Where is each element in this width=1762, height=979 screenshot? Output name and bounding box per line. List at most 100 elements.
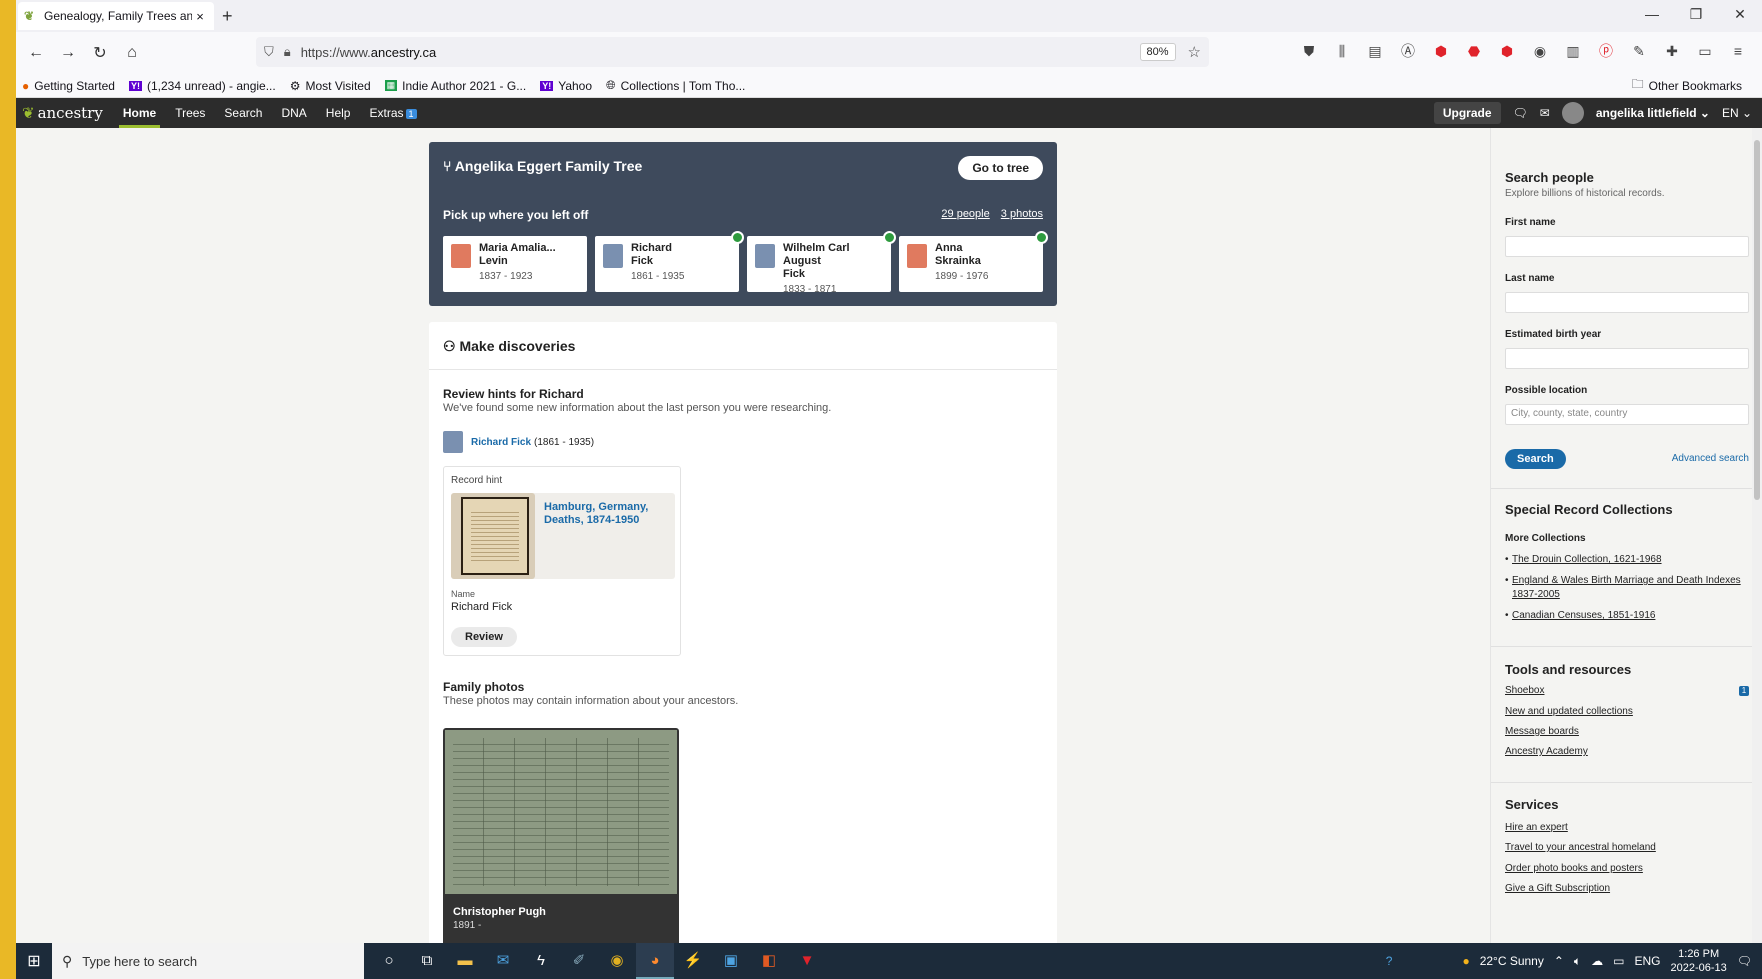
help-icon[interactable]: ? bbox=[1386, 954, 1393, 968]
bookmark-collections[interactable]: 🌐︎ Collections | Tom Tho... bbox=[606, 78, 745, 93]
reader-view-icon[interactable]: ▤ bbox=[1365, 41, 1385, 61]
mail-icon[interactable]: ✉ bbox=[484, 943, 522, 979]
language-menu[interactable]: EN ⌄ bbox=[1722, 106, 1752, 120]
office-icon[interactable]: ◧ bbox=[750, 943, 788, 979]
person-card[interactable]: Wilhelm Carl August Fick 1833 - 1871 bbox=[747, 231, 896, 295]
shield-icon[interactable]: ⛉ bbox=[264, 44, 274, 60]
nav-extras[interactable]: Extras 1 bbox=[369, 98, 417, 128]
new-tab-button[interactable]: + bbox=[222, 6, 233, 27]
go-to-tree-button[interactable]: Go to tree bbox=[958, 156, 1043, 180]
library-icon[interactable]: ⫼ bbox=[1332, 41, 1352, 61]
reload-icon[interactable]: ↻ bbox=[84, 43, 116, 63]
file-explorer-icon[interactable]: ▬ bbox=[446, 943, 484, 979]
cloud-icon[interactable]: ☁ bbox=[1591, 954, 1603, 968]
volume-icon[interactable]: 🔈︎ bbox=[1574, 954, 1581, 969]
home-icon[interactable]: ⌂ bbox=[116, 44, 148, 62]
forward-arrow-icon[interactable]: → bbox=[52, 44, 84, 62]
adblock-icon[interactable]: ⬣ bbox=[1464, 41, 1484, 61]
record-hint-item[interactable]: Hamburg, Germany, Deaths, 1874-1950 bbox=[451, 493, 675, 579]
messages-icon[interactable]: ✉︎ bbox=[1540, 106, 1550, 120]
search-button[interactable]: Search bbox=[1505, 449, 1566, 469]
vivaldi-icon[interactable]: ▼ bbox=[788, 943, 826, 979]
app-pen-icon[interactable]: ✐ bbox=[560, 943, 598, 979]
bookmark-indie-author[interactable]: ▦ Indie Author 2021 - G... bbox=[384, 79, 526, 93]
collection-drouin-link[interactable]: The Drouin Collection, 1621-1968 bbox=[1505, 553, 1749, 567]
restore-icon[interactable]: ❐ bbox=[1674, 0, 1718, 30]
hint-person-link[interactable]: Richard Fick bbox=[471, 437, 531, 448]
location-field[interactable]: City, county, state, country bbox=[1505, 404, 1749, 425]
photos-link[interactable]: 3 photos bbox=[1001, 208, 1043, 220]
travel-homeland-link[interactable]: Travel to your ancestral homeland bbox=[1505, 841, 1749, 855]
zoom-level[interactable]: 80% bbox=[1139, 43, 1176, 61]
app-lightning-icon[interactable]: ϟ bbox=[522, 943, 560, 979]
avatar[interactable] bbox=[1561, 102, 1584, 124]
last-name-field[interactable] bbox=[1505, 292, 1749, 313]
pocket-icon[interactable]: ⛊ bbox=[1299, 41, 1319, 61]
hints-icon[interactable]: 🗨︎ bbox=[1513, 106, 1528, 120]
photo-books-link[interactable]: Order photo books and posters bbox=[1505, 862, 1749, 876]
bookmark-getting-started[interactable]: ● Getting Started bbox=[22, 79, 115, 93]
shoebox-link[interactable]: Shoebox bbox=[1505, 684, 1749, 698]
extension-a-icon[interactable]: Ⓐ bbox=[1398, 41, 1418, 61]
person-card[interactable]: Maria Amalia... Levin 1837 - 1923 bbox=[443, 236, 587, 292]
abp-icon[interactable]: ⬢ bbox=[1497, 41, 1517, 61]
clock[interactable]: 1:26 PM 2022-06-13 bbox=[1670, 947, 1726, 975]
url-text[interactable]: https://www.ancestry.ca bbox=[301, 45, 1140, 60]
extension-blue-icon[interactable]: ◉ bbox=[1530, 41, 1550, 61]
ublock-icon[interactable]: ⬢ bbox=[1431, 41, 1451, 61]
weather-text[interactable]: 22°C Sunny bbox=[1480, 954, 1544, 968]
scroll-thumb[interactable] bbox=[1754, 140, 1760, 500]
other-bookmarks[interactable]: 🗀 Other Bookmarks bbox=[1632, 75, 1742, 96]
bookmark-most-visited[interactable]: ⚙ Most Visited bbox=[290, 79, 371, 93]
menu-icon[interactable]: ≡ bbox=[1728, 41, 1748, 61]
people-link[interactable]: 29 people bbox=[941, 208, 989, 220]
acrobat-icon[interactable]: ⚡ bbox=[674, 943, 712, 979]
ancestry-logo[interactable]: ❦ ancestry bbox=[22, 104, 103, 122]
nav-help[interactable]: Help bbox=[326, 98, 351, 128]
url-bar[interactable]: ⛉ 🔒︎ https://www.ancestry.ca 80% ☆ bbox=[256, 37, 1209, 67]
nav-search[interactable]: Search bbox=[224, 98, 262, 128]
pinterest-icon[interactable]: ⓟ bbox=[1596, 41, 1616, 61]
task-view-icon[interactable]: ⧉ bbox=[408, 943, 446, 979]
star-icon[interactable]: ☆ bbox=[1188, 43, 1201, 61]
person-card[interactable]: Richard Fick 1861 - 1935 bbox=[595, 231, 744, 292]
wd-icon[interactable]: ▣ bbox=[712, 943, 750, 979]
bookmark-yahoo-mail[interactable]: Y! (1,234 unread) - angie... bbox=[128, 79, 276, 93]
advanced-search-link[interactable]: Advanced search bbox=[1672, 453, 1749, 464]
nav-home[interactable]: Home bbox=[118, 98, 161, 128]
ancestry-academy-link[interactable]: Ancestry Academy bbox=[1505, 745, 1749, 759]
network-icon[interactable]: ▭ bbox=[1613, 954, 1624, 968]
nav-dna[interactable]: DNA bbox=[281, 98, 306, 128]
browser-tab[interactable]: ❦ Genealogy, Family Trees and Fa × bbox=[18, 2, 214, 30]
lock-icon[interactable]: 🔒︎ bbox=[284, 44, 291, 60]
notifications-icon[interactable]: 🗨︎ bbox=[1737, 954, 1752, 968]
sidebar-icon[interactable]: ▭ bbox=[1695, 41, 1715, 61]
nav-trees[interactable]: Trees bbox=[175, 98, 205, 128]
close-tab-icon[interactable]: × bbox=[192, 9, 208, 24]
taskbar-search[interactable]: ⚲ Type here to search bbox=[52, 943, 364, 979]
chevron-up-icon[interactable]: ⌃ bbox=[1554, 954, 1564, 968]
hire-expert-link[interactable]: Hire an expert bbox=[1505, 821, 1749, 835]
birth-year-field[interactable] bbox=[1505, 348, 1749, 369]
extension-puzzle-icon[interactable]: ✚ bbox=[1662, 41, 1682, 61]
new-collections-link[interactable]: New and updated collections bbox=[1505, 705, 1749, 719]
language-indicator[interactable]: ENG bbox=[1634, 954, 1660, 968]
page-scrollbar[interactable] bbox=[1752, 128, 1762, 943]
back-arrow-icon[interactable]: ← bbox=[20, 44, 52, 62]
record-title-link[interactable]: Hamburg, Germany, Deaths, 1874-1950 bbox=[544, 501, 664, 527]
family-photo-card[interactable]: Christopher Pugh 1891 - bbox=[443, 728, 679, 943]
bookmark-yahoo[interactable]: Y! Yahoo bbox=[540, 79, 592, 93]
firefox-icon[interactable]: ◕ bbox=[636, 943, 674, 979]
chrome-icon[interactable]: ◉ bbox=[598, 943, 636, 979]
cortana-icon[interactable]: ○ bbox=[370, 943, 408, 979]
extension-pen-icon[interactable]: ✎ bbox=[1629, 41, 1649, 61]
person-card[interactable]: Anna Skrainka 1899 - 1976 bbox=[899, 231, 1048, 292]
upgrade-button[interactable]: Upgrade bbox=[1433, 102, 1501, 124]
review-button[interactable]: Review bbox=[451, 627, 517, 647]
collection-england-wales-link[interactable]: England & Wales Birth Marriage and Death… bbox=[1505, 574, 1749, 602]
extension-grid-icon[interactable]: ▥ bbox=[1563, 41, 1583, 61]
minimize-icon[interactable]: — bbox=[1630, 0, 1674, 30]
gift-subscription-link[interactable]: Give a Gift Subscription bbox=[1505, 882, 1749, 896]
user-menu[interactable]: angelika littlefield ⌄ bbox=[1596, 106, 1710, 120]
windows-start-icon[interactable]: ⊞ bbox=[16, 951, 52, 971]
